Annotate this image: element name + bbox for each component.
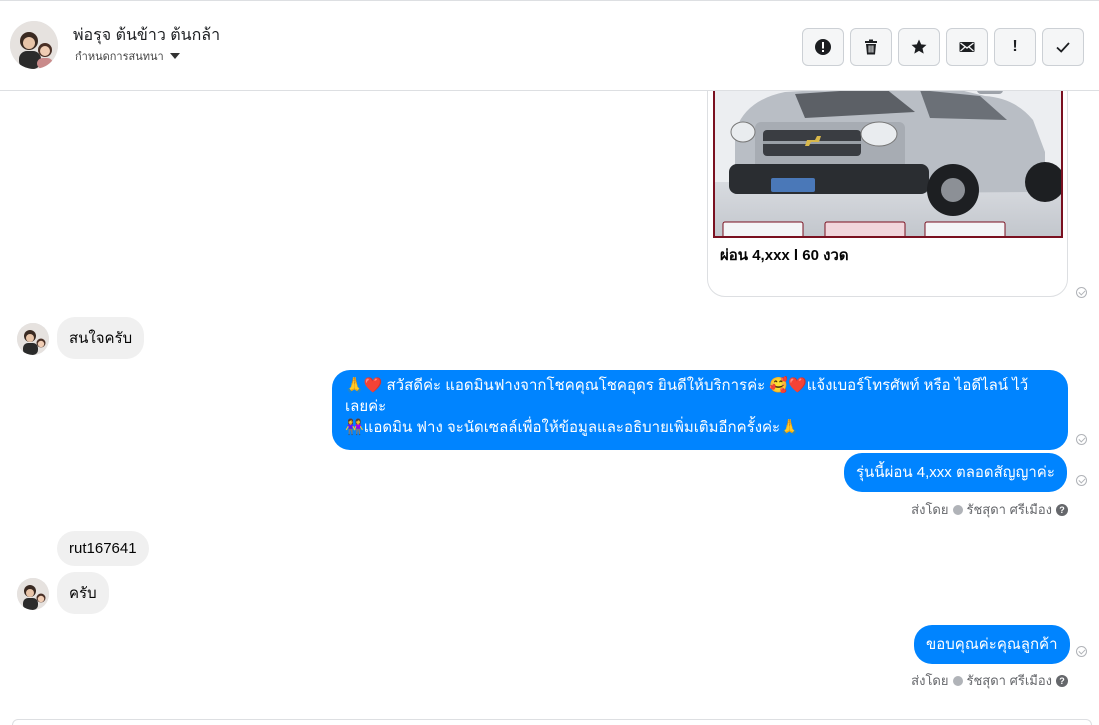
help-icon[interactable]: ? — [1056, 674, 1068, 687]
sent-by-info: ส่งโดย รัชสุดา ศรีเมือง ? — [911, 670, 1068, 691]
outgoing-message[interactable]: 🙏❤️ สวัสดีค่ะ แอดมินฟางจากโชคคุณโชคอุดร … — [332, 370, 1068, 450]
star-icon — [911, 39, 927, 54]
mark-spam-button[interactable] — [802, 28, 844, 66]
mark-unread-button[interactable] — [946, 28, 988, 66]
incoming-message[interactable]: สนใจครับ — [57, 317, 145, 359]
outgoing-message[interactable]: ขอบคุณค่ะคุณลูกค้า — [914, 625, 1070, 664]
vehicle-card-message[interactable]: ผ่อน 4,xxx l 60 งวด — [707, 91, 1068, 297]
seen-check-icon — [1076, 287, 1087, 298]
follow-up-button[interactable]: ! — [994, 28, 1036, 66]
incoming-message[interactable]: rut167641 — [57, 531, 149, 566]
contact-avatar-small-image — [17, 323, 49, 355]
seen-check-icon — [1076, 434, 1087, 445]
sent-by-info: ส่งโดย รัชสุดา ศรีเมือง ? — [911, 499, 1068, 520]
sent-by-label: ส่งโดย — [911, 502, 949, 517]
vehicle-card-caption: ผ่อน 4,xxx l 60 งวด — [720, 247, 849, 264]
sent-by-agent-name[interactable]: รัชสุดา ศรีเมือง — [967, 670, 1053, 691]
exclamation-icon: ! — [1012, 38, 1018, 55]
outgoing-message[interactable]: รุ่นนี้ผ่อน 4,xxx ตลอดสัญญาค่ะ — [844, 453, 1067, 492]
sent-by-label: ส่งโดย — [911, 673, 949, 688]
sent-by-agent-name[interactable]: รัชสุดา ศรีเมือง — [967, 499, 1053, 520]
message-thread[interactable]: ผ่อน 4,xxx l 60 งวด สนใจครับ 🙏❤️ สวัสดีค… — [0, 91, 1099, 719]
star-button[interactable] — [898, 28, 940, 66]
alert-circle-icon — [815, 39, 831, 55]
caret-down-icon — [169, 53, 180, 59]
contact-name: พ่อรุจ ต้นข้าว ต้นกล้า — [73, 27, 221, 44]
check-icon — [1056, 42, 1070, 53]
outgoing-message-line: 🙏❤️ สวัสดีค่ะ แอดมินฟางจากโชคคุณโชคอุดร … — [345, 377, 1029, 394]
assign-conversation-label: กำหนดการสนทนา — [75, 51, 164, 63]
agent-icon — [952, 675, 963, 686]
contact-avatar-small[interactable] — [17, 323, 49, 355]
help-icon[interactable]: ? — [1056, 503, 1068, 516]
seen-check-icon — [1076, 646, 1087, 657]
delete-button[interactable] — [850, 28, 892, 66]
outgoing-message-line: 👭แอดมิน ฟาง จะนัดเซลล์เพื่อให้ข้อมูลและอ… — [345, 419, 799, 436]
contact-avatar-image — [10, 21, 58, 69]
conversation-actions: ! — [802, 28, 1084, 66]
pickup-truck-image — [715, 91, 1061, 236]
vehicle-photo[interactable] — [713, 91, 1063, 238]
incoming-message[interactable]: ครับ — [57, 572, 109, 614]
mark-done-button[interactable] — [1042, 28, 1084, 66]
trash-icon — [865, 39, 877, 55]
contact-avatar[interactable] — [10, 21, 58, 69]
outgoing-message-line: เลยค่ะ — [345, 398, 387, 415]
contact-avatar-small-image — [17, 578, 49, 610]
agent-icon — [952, 504, 963, 515]
assign-conversation-dropdown[interactable]: กำหนดการสนทนา — [75, 47, 180, 65]
contact-avatar-small[interactable] — [17, 578, 49, 610]
seen-check-icon — [1076, 475, 1087, 486]
conversation-header: พ่อรุจ ต้นข้าว ต้นกล้า กำหนดการสนทนา ! — [0, 0, 1099, 91]
composer-top-edge — [12, 719, 1092, 725]
mail-icon — [959, 42, 975, 52]
